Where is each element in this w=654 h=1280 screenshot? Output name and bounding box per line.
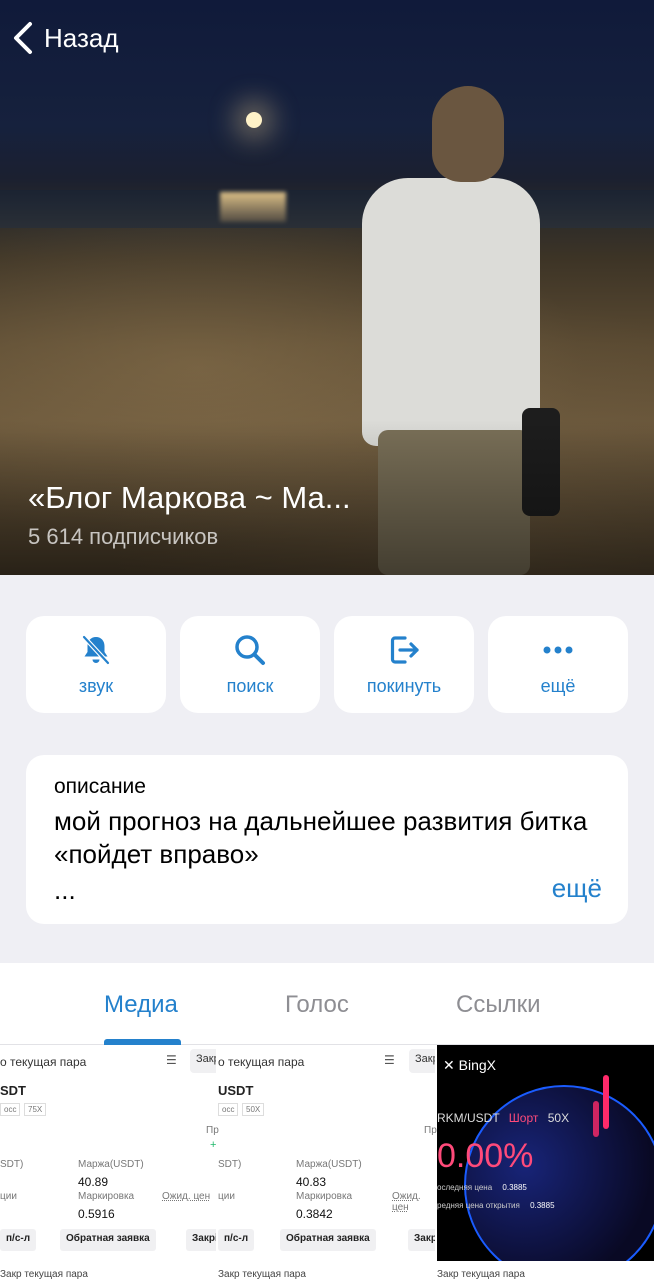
mute-button[interactable]: звук bbox=[26, 616, 166, 713]
media-row2-tile[interactable]: Закр текущая пара bbox=[218, 1269, 306, 1280]
tab-media[interactable]: Медиа bbox=[104, 991, 178, 1019]
more-button[interactable]: ещё bbox=[488, 616, 628, 713]
tile2-pr-label: Пр bbox=[424, 1125, 437, 1136]
media-tile[interactable]: о текущая пара ☰ Закр SDT осс 75X SDT) М… bbox=[0, 1045, 216, 1261]
photo-moon bbox=[246, 112, 262, 128]
leave-label: покинуть bbox=[366, 676, 442, 696]
action-bar: звук поиск покинуть ещё bbox=[26, 616, 628, 713]
bingx-open-price: редняя цена открытия 0.3885 bbox=[437, 1201, 555, 1210]
leave-button[interactable]: покинуть bbox=[334, 616, 474, 713]
bingx-logo: ✕ BingX bbox=[443, 1057, 496, 1073]
channel-profile-screen: Назад «Блог Маркова ~ Ма... 5 614 подпис… bbox=[0, 0, 654, 1280]
leave-icon bbox=[390, 636, 419, 664]
description-card[interactable]: описание мой прогноз на дальнейшее разви… bbox=[26, 755, 628, 924]
bingx-last-price: оследняя цена 0.3885 bbox=[437, 1183, 527, 1192]
media-tabs: Медиа Голос Ссылки bbox=[0, 963, 654, 1045]
bingx-pnl: 0.00% bbox=[437, 1137, 534, 1175]
chevron-left-icon bbox=[14, 22, 32, 54]
menu-icon: ☰ bbox=[384, 1053, 395, 1067]
mute-label: звук bbox=[78, 676, 114, 696]
more-icon bbox=[543, 646, 573, 654]
plus-icon: + bbox=[210, 1139, 217, 1151]
back-label: Назад bbox=[44, 22, 119, 53]
photo-moon-reflection bbox=[220, 192, 286, 222]
bingx-bar bbox=[603, 1075, 609, 1129]
tab-links[interactable]: Ссылки bbox=[456, 991, 541, 1019]
bingx-bar bbox=[593, 1101, 599, 1137]
subscriber-count: 5 614 подписчиков bbox=[28, 524, 219, 549]
photo-sea bbox=[0, 190, 654, 228]
description-more-link[interactable]: ещё bbox=[552, 873, 602, 904]
search-label: поиск bbox=[226, 676, 274, 696]
description-label: описание bbox=[54, 775, 146, 798]
bell-slash-icon bbox=[81, 634, 111, 666]
search-icon bbox=[235, 635, 265, 665]
tab-voice[interactable]: Голос bbox=[285, 991, 349, 1019]
media-row2-tile[interactable]: Закр текущая пара bbox=[0, 1269, 88, 1280]
description-text: мой прогноз на дальнейшее развития битка… bbox=[54, 806, 588, 869]
media-grid: о текущая пара ☰ Закр SDT осс 75X SDT) М… bbox=[0, 1045, 654, 1280]
bingx-pair: RKM/USDT Шорт 50X bbox=[437, 1111, 570, 1125]
media-row2-tile[interactable]: Закр текущая пара bbox=[437, 1269, 525, 1280]
description-ellipsis: ... bbox=[54, 875, 76, 905]
media-tile[interactable]: ✕ BingX RKM/USDT Шорт 50X 0.00% оследняя… bbox=[437, 1045, 654, 1261]
search-button[interactable]: поиск bbox=[180, 616, 320, 713]
back-button[interactable]: Назад bbox=[10, 18, 119, 58]
channel-title: «Блог Маркова ~ Ма... bbox=[28, 480, 351, 515]
media-tile[interactable]: о текущая пара ☰ Закр USDT осс 50X SDT) … bbox=[218, 1045, 435, 1261]
more-label: ещё bbox=[540, 676, 576, 696]
menu-icon: ☰ bbox=[166, 1053, 177, 1067]
tile1-pr-label: Пр bbox=[206, 1125, 219, 1136]
